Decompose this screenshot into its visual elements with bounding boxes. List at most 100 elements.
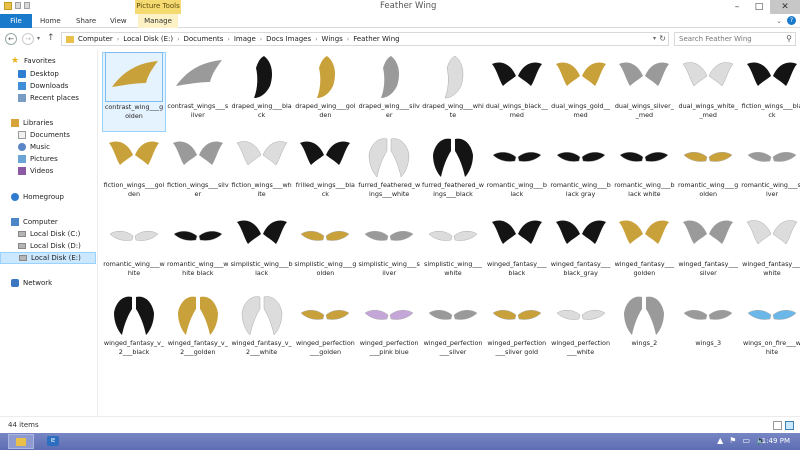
sidebar-item-libraries[interactable]: Libraries: [0, 117, 96, 129]
show-hidden-icons-icon[interactable]: ▲: [717, 436, 723, 445]
sidebar-item-recent-places[interactable]: Recent places: [0, 92, 96, 104]
tab-file[interactable]: File: [0, 14, 32, 28]
tab-share[interactable]: Share: [76, 14, 96, 28]
close-button[interactable]: ✕: [770, 0, 800, 14]
file-item[interactable]: fiction_wings___golden: [102, 131, 166, 211]
file-item[interactable]: dual_wings_silver__med: [612, 52, 676, 132]
tab-manage[interactable]: Manage: [138, 14, 178, 28]
details-view-button[interactable]: [773, 421, 782, 430]
file-item[interactable]: contrast_wings___silver: [166, 52, 230, 132]
file-item[interactable]: dual_wings_black__med: [485, 52, 549, 132]
breadcrumb-computer[interactable]: Computer: [78, 35, 113, 43]
sidebar-item-documents[interactable]: Documents: [0, 129, 96, 141]
breadcrumb-wings[interactable]: Wings: [322, 35, 343, 43]
sidebar-item-local-disk-e[interactable]: Local Disk (E:): [0, 252, 96, 264]
sidebar-item-homegroup[interactable]: Homegroup: [0, 191, 96, 203]
file-item[interactable]: fiction_wings___white: [230, 131, 294, 211]
file-item[interactable]: winged_fantasy_v_2___golden: [166, 289, 230, 369]
sidebar-item-local-disk-c[interactable]: Local Disk (C:): [0, 228, 96, 240]
file-item[interactable]: romantic_wing___black: [485, 131, 549, 211]
sidebar-item-music[interactable]: Music: [0, 141, 96, 153]
file-item[interactable]: simplistic_wing___white: [421, 210, 485, 290]
new-folder-icon[interactable]: [24, 2, 30, 9]
file-item[interactable]: dual_wings_white__med: [676, 52, 740, 132]
file-item[interactable]: romantic_wing___golden: [676, 131, 740, 211]
sidebar-item-pictures[interactable]: Pictures: [0, 153, 96, 165]
file-item[interactable]: furred_feathered_wings___black: [421, 131, 485, 211]
search-input[interactable]: Search Feather Wing ⚲: [674, 32, 796, 46]
up-button[interactable]: ↑: [47, 33, 55, 43]
file-item[interactable]: fiction_wings___silver: [166, 131, 230, 211]
refresh-icon[interactable]: ↻: [659, 34, 666, 43]
file-item[interactable]: wings_3: [676, 289, 740, 369]
tab-view[interactable]: View: [110, 14, 127, 28]
help-icon[interactable]: ?: [787, 16, 796, 25]
properties-icon[interactable]: [15, 2, 21, 9]
file-item[interactable]: winged_fantasy_v_2___white: [230, 289, 294, 369]
file-item[interactable]: winged_perfection___silver gold: [485, 289, 549, 369]
file-item[interactable]: romantic_wing___black white: [612, 131, 676, 211]
file-item[interactable]: simplistic_wing___silver: [357, 210, 421, 290]
breadcrumb-docs-images[interactable]: Docs Images: [266, 35, 311, 43]
breadcrumb-separator[interactable]: ›: [260, 36, 262, 43]
breadcrumb-separator[interactable]: ›: [347, 36, 349, 43]
file-list[interactable]: contrast_wing___golden contrast_wings___s…: [97, 50, 800, 416]
file-item[interactable]: winged_perfection___pink blue: [357, 289, 421, 369]
breadcrumb-local-disk-e[interactable]: Local Disk (E:): [123, 35, 173, 43]
network-status-icon[interactable]: ▭: [742, 436, 750, 445]
sidebar-item-network[interactable]: Network: [0, 277, 96, 289]
recent-locations-icon[interactable]: ▾: [37, 35, 40, 42]
sidebar-item-local-disk-d[interactable]: Local Disk (D:): [0, 240, 96, 252]
file-item[interactable]: winged_fantasy___black: [485, 210, 549, 290]
file-item[interactable]: frilled_wings___black: [293, 131, 357, 211]
file-item[interactable]: winged_fantasy___black_gray: [549, 210, 613, 290]
file-item[interactable]: winged_fantasy___white: [740, 210, 800, 290]
expand-ribbon-icon[interactable]: ⌄: [776, 17, 782, 25]
search-icon[interactable]: ⚲: [786, 33, 792, 45]
minimize-button[interactable]: –: [726, 0, 748, 14]
maximize-button[interactable]: □: [748, 0, 770, 14]
file-item[interactable]: winged_perfection___silver: [421, 289, 485, 369]
file-item[interactable]: furred_feathered_wings___white: [357, 131, 421, 211]
clock[interactable]: 1:49 PM: [762, 437, 790, 445]
folder-icon[interactable]: [4, 2, 12, 10]
breadcrumb-separator[interactable]: ›: [177, 36, 179, 43]
breadcrumb-feather-wing[interactable]: Feather Wing: [353, 35, 399, 43]
breadcrumb-separator[interactable]: ›: [227, 36, 229, 43]
breadcrumb-separator[interactable]: ›: [315, 36, 317, 43]
sidebar-item-downloads[interactable]: Downloads: [0, 80, 96, 92]
file-item[interactable]: draped_wing___black: [230, 52, 294, 132]
file-item[interactable]: winged_fantasy___golden: [612, 210, 676, 290]
sidebar-item-computer[interactable]: Computer: [0, 216, 96, 228]
action-center-icon[interactable]: ⚑: [729, 436, 736, 445]
file-explorer-taskbar-button[interactable]: [8, 434, 34, 449]
sidebar-item-favorites[interactable]: ★ Favorites: [0, 55, 96, 67]
file-item[interactable]: winged_perfection___golden: [293, 289, 357, 369]
file-item[interactable]: wings_2: [612, 289, 676, 369]
file-item[interactable]: winged_perfection___white: [549, 289, 613, 369]
breadcrumb-documents[interactable]: Documents: [184, 35, 224, 43]
sidebar-item-videos[interactable]: Videos: [0, 165, 96, 177]
file-item[interactable]: wings_on_fire___white: [740, 289, 800, 369]
file-item[interactable]: winged_fantasy_v_2___black: [102, 289, 166, 369]
file-item[interactable]: draped_wing___white: [421, 52, 485, 132]
internet-explorer-taskbar-button[interactable]: IE: [40, 434, 66, 449]
file-item[interactable]: romantic_wing___white black: [166, 210, 230, 290]
file-item[interactable]: draped_wing___golden: [293, 52, 357, 132]
tab-home[interactable]: Home: [40, 14, 61, 28]
file-item[interactable]: fiction_wings___black: [740, 52, 800, 132]
file-item[interactable]: dual_wings_gold__med: [549, 52, 613, 132]
address-dropdown-icon[interactable]: ▾: [653, 35, 656, 42]
breadcrumb-separator[interactable]: ›: [117, 36, 119, 43]
address-bar[interactable]: Computer › Local Disk (E:) › Documents ›…: [61, 32, 669, 46]
file-item[interactable]: draped_wing___silver: [357, 52, 421, 132]
file-item[interactable]: romantic_wing___silver: [740, 131, 800, 211]
file-item[interactable]: romantic_wing___black gray: [549, 131, 613, 211]
file-item[interactable]: contrast_wing___golden: [102, 52, 166, 132]
file-item[interactable]: romantic_wing___white: [102, 210, 166, 290]
file-item[interactable]: winged_fantasy___silver: [676, 210, 740, 290]
sidebar-item-desktop[interactable]: Desktop: [0, 68, 96, 80]
large-icons-view-button[interactable]: [785, 421, 794, 430]
forward-button[interactable]: →: [22, 33, 34, 45]
breadcrumb-image[interactable]: Image: [234, 35, 256, 43]
